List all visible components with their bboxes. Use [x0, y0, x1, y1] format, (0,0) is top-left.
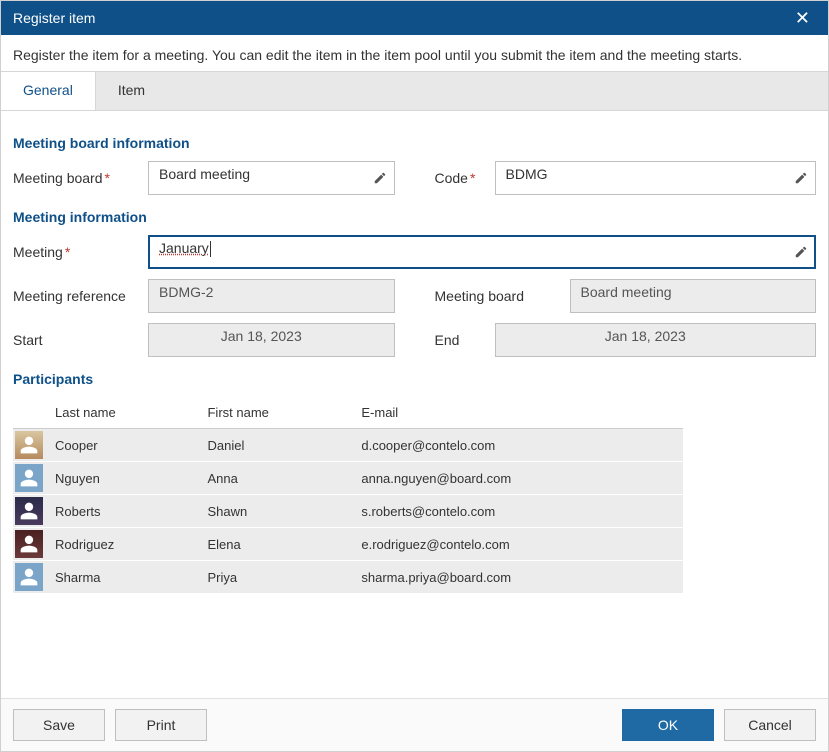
cell-first-name: Daniel: [199, 429, 353, 462]
end-date-field: Jan 18, 2023: [495, 323, 817, 357]
cell-first-name: Shawn: [199, 495, 353, 528]
meeting-reference-field: BDMG-2: [148, 279, 395, 313]
cell-email: e.rodriguez@contelo.com: [353, 528, 683, 561]
col-first-name[interactable]: First name: [199, 397, 353, 429]
label-meeting: Meeting*: [13, 244, 148, 260]
titlebar: Register item ✕: [1, 1, 828, 35]
col-email[interactable]: E-mail: [353, 397, 683, 429]
start-date-field: Jan 18, 2023: [148, 323, 395, 357]
edit-icon[interactable]: [794, 171, 808, 185]
table-row[interactable]: CooperDanield.cooper@contelo.com: [13, 429, 683, 462]
required-marker: *: [65, 244, 70, 260]
avatar: [15, 431, 43, 459]
save-button[interactable]: Save: [13, 709, 105, 741]
cell-email: d.cooper@contelo.com: [353, 429, 683, 462]
col-avatar: [13, 397, 47, 429]
required-marker: *: [105, 170, 110, 186]
label-start: Start: [13, 332, 148, 348]
tab-strip: General Item: [1, 71, 828, 111]
cell-last-name: Roberts: [47, 495, 199, 528]
code-input[interactable]: BDMG: [495, 161, 817, 195]
ok-button[interactable]: OK: [622, 709, 714, 741]
meeting-board-input[interactable]: Board meeting: [148, 161, 395, 195]
cell-last-name: Cooper: [47, 429, 199, 462]
avatar: [15, 530, 43, 558]
table-row[interactable]: NguyenAnnaanna.nguyen@board.com: [13, 462, 683, 495]
dialog-footer: Save Print OK Cancel: [1, 698, 828, 751]
close-icon[interactable]: ✕: [789, 7, 816, 29]
cell-last-name: Nguyen: [47, 462, 199, 495]
dialog-description: Register the item for a meeting. You can…: [1, 35, 828, 71]
table-row[interactable]: SharmaPriyasharma.priya@board.com: [13, 561, 683, 594]
tab-general[interactable]: General: [1, 72, 96, 110]
cell-email: anna.nguyen@board.com: [353, 462, 683, 495]
cell-last-name: Rodriguez: [47, 528, 199, 561]
dialog-title: Register item: [13, 10, 95, 26]
content-area: Meeting board information Meeting board*…: [1, 111, 828, 698]
table-row[interactable]: RobertsShawns.roberts@contelo.com: [13, 495, 683, 528]
cell-first-name: Elena: [199, 528, 353, 561]
avatar: [15, 497, 43, 525]
table-row[interactable]: RodriguezElenae.rodriguez@contelo.com: [13, 528, 683, 561]
cell-email: sharma.priya@board.com: [353, 561, 683, 594]
col-last-name[interactable]: Last name: [47, 397, 199, 429]
label-code: Code*: [435, 170, 495, 186]
required-marker: *: [470, 170, 475, 186]
label-meeting-board: Meeting board*: [13, 170, 148, 186]
edit-icon[interactable]: [794, 245, 808, 259]
cancel-button[interactable]: Cancel: [724, 709, 816, 741]
label-meeting-board-ro: Meeting board: [435, 288, 570, 304]
cell-first-name: Anna: [199, 462, 353, 495]
label-meeting-reference: Meeting reference: [13, 288, 148, 304]
section-participants: Participants: [13, 371, 816, 387]
avatar: [15, 464, 43, 492]
avatar: [15, 563, 43, 591]
meeting-input[interactable]: January: [148, 235, 816, 269]
print-button[interactable]: Print: [115, 709, 207, 741]
edit-icon[interactable]: [373, 171, 387, 185]
participants-table: Last name First name E-mail CooperDaniel…: [13, 397, 683, 594]
cell-email: s.roberts@contelo.com: [353, 495, 683, 528]
meeting-board-readonly-field: Board meeting: [570, 279, 817, 313]
label-end: End: [435, 332, 495, 348]
tab-item[interactable]: Item: [96, 72, 167, 110]
section-meeting-info: Meeting information: [13, 209, 816, 225]
cell-last-name: Sharma: [47, 561, 199, 594]
cell-first-name: Priya: [199, 561, 353, 594]
text-caret: [210, 241, 211, 257]
section-board-info: Meeting board information: [13, 135, 816, 151]
